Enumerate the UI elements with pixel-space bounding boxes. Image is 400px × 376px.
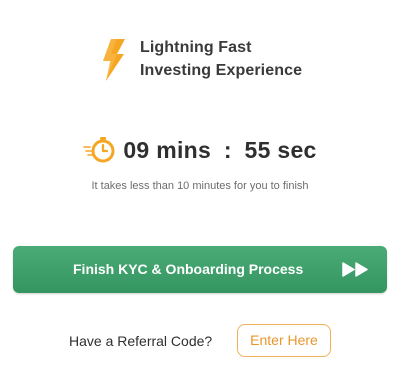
timer-readout: 09 mins : 55 sec xyxy=(123,137,316,164)
clock-timer-icon xyxy=(83,137,115,163)
timer-minutes-unit: mins xyxy=(156,136,212,163)
kyc-onboarding-screen: Lightning Fast Investing Experience 09 m… xyxy=(0,0,400,376)
timer-minutes-value: 09 xyxy=(123,136,150,163)
timer-seconds-unit: sec xyxy=(277,136,317,163)
lightning-bolt-icon xyxy=(103,39,125,81)
referral-prompt: Have a Referral Code? xyxy=(69,333,213,349)
finish-kyc-button-label: Finish KYC & Onboarding Process xyxy=(73,261,304,277)
finish-kyc-button[interactable]: Finish KYC & Onboarding Process xyxy=(13,246,387,293)
fast-forward-icon xyxy=(342,262,368,277)
hero-section: Lightning Fast Investing Experience xyxy=(100,36,302,82)
hero-headline: Lightning Fast Investing Experience xyxy=(140,36,302,82)
timer-separator: : xyxy=(223,136,232,163)
timer-seconds-value: 55 xyxy=(244,136,271,163)
enter-referral-button[interactable]: Enter Here xyxy=(237,324,331,357)
countdown-timer: 09 mins : 55 sec xyxy=(0,136,400,164)
headline-line-1: Lightning Fast xyxy=(140,39,252,56)
timer-subtext: It takes less than 10 minutes for you to… xyxy=(91,180,309,192)
headline-line-2: Investing Experience xyxy=(140,62,303,79)
